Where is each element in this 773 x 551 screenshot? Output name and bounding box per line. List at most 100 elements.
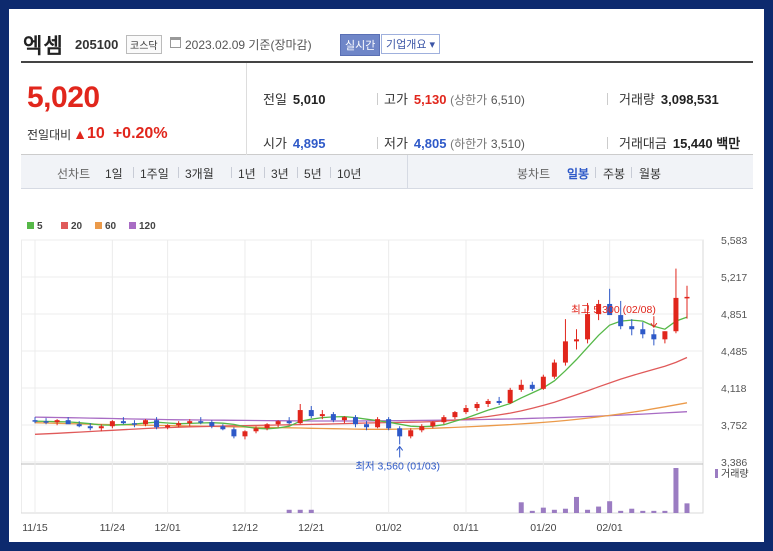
tab-separator [297, 167, 298, 178]
tab-candle-weekly[interactable]: 주봉 [603, 165, 625, 182]
volume-bar [684, 503, 690, 513]
candle-body [264, 424, 270, 429]
candle-body [65, 420, 71, 425]
candle-body [673, 297, 679, 332]
tab-period-5y[interactable]: 5년 [304, 165, 322, 182]
price-summary: 5,020 전일대비 ▲ 10 +0.20% 전일 5,010 고가 5,130 (… [21, 61, 753, 155]
candle-body [143, 420, 149, 425]
volume-bar [286, 509, 292, 513]
volume-bar [673, 468, 679, 513]
x-tick-label: 01/20 [530, 522, 556, 534]
x-tick-label: 11/24 [100, 522, 126, 534]
candle-body [540, 376, 546, 389]
candle-body [518, 384, 524, 390]
price-change: 전일대비 ▲ 10 +0.20% [27, 125, 168, 143]
candle-body [430, 422, 436, 427]
company-overview-label: 기업개요 [386, 39, 427, 51]
divider [377, 137, 378, 149]
candle-body [220, 426, 226, 430]
tab-separator [133, 167, 134, 178]
lower-limit-label: (하한가 [450, 137, 488, 151]
candle-body [253, 428, 259, 432]
amount-label: 거래대금 [619, 136, 667, 151]
current-price: 5,020 [27, 81, 100, 114]
candle-body [573, 339, 579, 342]
tab-period-1d[interactable]: 1일 [105, 165, 123, 182]
candle-body [319, 414, 325, 417]
y-tick-label: 5,217 [721, 272, 747, 284]
legend-swatch [95, 222, 102, 229]
tab-candle-daily[interactable]: 일봉 [567, 165, 589, 182]
tab-period-1y[interactable]: 1년 [238, 165, 256, 182]
candle-body [364, 424, 370, 428]
high-value: 5,130 [413, 92, 447, 107]
upper-limit-value: 6,510) [490, 93, 525, 107]
ma20-line [34, 356, 688, 435]
amount-value: 15,440 [672, 136, 713, 151]
candle-body [297, 410, 303, 424]
candle-body [198, 421, 204, 423]
candle-body [386, 419, 392, 429]
candle-body [242, 431, 248, 437]
open-price: 시가 4,895 [263, 133, 325, 152]
x-tick-label: 12/12 [232, 522, 258, 534]
up-arrow-icon: ▲ [73, 126, 88, 142]
low-value: 4,805 [413, 136, 447, 151]
candle-body [452, 412, 458, 418]
volume-bar [651, 510, 657, 513]
y-tick-label: 3,752 [721, 420, 747, 432]
tab-separator [631, 167, 632, 178]
market-badge: 코스닥 [126, 35, 162, 54]
candle-body [87, 426, 93, 429]
current-price-box: 5,020 전일대비 ▲ 10 +0.20% [21, 63, 247, 155]
volume-bar [573, 496, 579, 513]
volume-bar [640, 510, 646, 513]
candle-chart-label: 봉차트 [517, 167, 551, 181]
line-chart-label: 선차트 [57, 167, 91, 181]
candle-body [187, 421, 193, 424]
candle-body [397, 428, 403, 437]
volume-bar [596, 506, 602, 513]
candle-body [109, 421, 115, 427]
candle-body [419, 426, 425, 431]
tab-candle-monthly[interactable]: 월봉 [639, 165, 661, 182]
tab-period-10y[interactable]: 10년 [337, 165, 361, 182]
divider [377, 93, 378, 105]
candle-body [308, 410, 314, 417]
candle-body [341, 417, 347, 421]
company-overview-button[interactable]: 기업개요 ▾ [381, 34, 441, 54]
tab-separator [178, 167, 179, 178]
tab-separator [595, 167, 596, 178]
volume-value: 3,098,531 [660, 92, 719, 107]
candle-body [463, 408, 469, 413]
realtime-button[interactable]: 실시간 [340, 34, 381, 56]
high-annotation: 최고 5,300 (02/08) [571, 304, 656, 316]
candle-body [585, 314, 591, 340]
tab-period-3y[interactable]: 3년 [271, 165, 289, 182]
amount-unit: 백만 [716, 136, 741, 151]
legend-label: 5 [37, 221, 43, 232]
chart-svg: 5 20 60 120 5,583 5,217 4,851 4,485 4,118 3,752 3,… [20, 221, 749, 534]
candle-body [529, 384, 535, 389]
tab-separator [231, 167, 232, 178]
trade-amount: 거래대금 15,440 백만 [619, 133, 740, 152]
legend-swatch [61, 222, 68, 229]
legend-label: 60 [105, 221, 117, 232]
high-price: 고가 5,130 (상한가 6,510) [384, 89, 525, 108]
candle-body [98, 426, 104, 429]
x-tick-label: 12/01 [154, 522, 180, 534]
tabbar-divider [407, 155, 408, 189]
candle-body [76, 424, 82, 427]
tab-period-1w[interactable]: 1주일 [140, 165, 169, 182]
volume-bar [529, 510, 535, 513]
volume-legend-swatch [715, 469, 718, 478]
candle-body [651, 334, 657, 340]
change-value: 10 [87, 125, 105, 142]
tab-period-3m[interactable]: 3개월 [185, 165, 214, 182]
change-percent: +0.20% [112, 125, 168, 142]
candle-body [231, 429, 237, 437]
prev-close-label: 전일 [263, 92, 287, 107]
candlestick-chart: 5 20 60 120 5,583 5,217 4,851 4,485 4,118 3,752 3,… [20, 204, 753, 540]
candle-body [684, 296, 690, 299]
candle-body [43, 421, 49, 423]
